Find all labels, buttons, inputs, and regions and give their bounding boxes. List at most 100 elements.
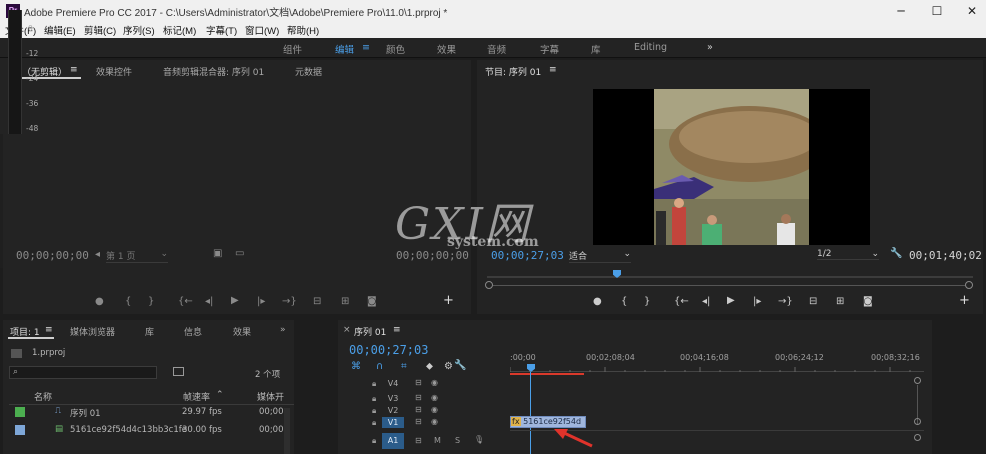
workspace-editing-en[interactable]: Editing [634, 42, 667, 53]
eye-icon[interactable]: ◉ [431, 417, 438, 426]
tab-effect-controls[interactable]: 效果控件 [96, 65, 132, 78]
menu-sequence[interactable]: 序列(S) [123, 23, 155, 37]
column-name[interactable]: 名称 [34, 390, 52, 403]
new-bin-icon[interactable] [173, 367, 184, 376]
lock-icon[interactable]: 🔒︎ [372, 394, 376, 404]
menu-edit[interactable]: 编辑(E) [44, 23, 76, 37]
lock-icon[interactable]: 🔒︎ [372, 379, 376, 389]
solo-button[interactable]: S [455, 436, 460, 445]
menu-title[interactable]: 字幕(T) [206, 23, 237, 37]
workspace-titles[interactable]: 字幕 [540, 42, 559, 56]
workspace-color[interactable]: 颜色 [386, 42, 405, 56]
track-label[interactable]: V2 [382, 405, 404, 416]
toggle-sync-icon[interactable]: ⊟ [415, 393, 422, 402]
mark-in-icon[interactable]: { [621, 296, 627, 307]
mute-button[interactable]: M [434, 436, 441, 445]
tab-audio-clip-mixer[interactable]: 音频剪辑混合器: 序列 01 [163, 65, 264, 78]
add-button-icon[interactable]: + [959, 293, 970, 308]
close-sequence-icon[interactable]: × [343, 325, 351, 335]
camera-icon[interactable]: ◙ [863, 296, 873, 307]
add-marker-icon[interactable]: ● [593, 296, 602, 307]
minimize-button[interactable]: ─ [893, 3, 909, 19]
go-to-out-icon[interactable]: →} [282, 296, 297, 307]
menu-window[interactable]: 窗口(W) [245, 23, 279, 37]
zoom-scrollbar[interactable] [493, 285, 965, 286]
menu-marker[interactable]: 标记(M) [163, 23, 196, 37]
mark-out-icon[interactable]: } [148, 296, 154, 307]
step-forward-icon[interactable]: |▸ [753, 296, 761, 307]
zoom-handle-right[interactable] [965, 281, 973, 289]
track-label[interactable]: V3 [382, 393, 404, 404]
export-frame-icon[interactable]: ▭ [235, 248, 244, 259]
source-timecode[interactable]: 00;00;00;00 [16, 249, 89, 262]
wrench-icon[interactable]: 🔧 [890, 248, 902, 259]
audio-zoom-handle[interactable] [914, 434, 921, 441]
toggle-sync-icon[interactable]: ⊟ [415, 436, 422, 445]
track-label[interactable]: V1 [382, 417, 404, 428]
label-color-swatch[interactable] [15, 407, 25, 417]
close-button[interactable]: ✕ [964, 3, 980, 19]
tab-sequence[interactable]: 序列 01 [354, 325, 386, 338]
lock-icon[interactable]: 🔒︎ [372, 436, 376, 446]
extract-icon[interactable]: ⊞ [836, 296, 844, 307]
lock-icon[interactable]: 🔒︎ [372, 418, 376, 428]
project-scrollbar[interactable] [284, 408, 290, 454]
step-back-icon[interactable]: ◂| [702, 296, 710, 307]
go-to-in-icon[interactable]: {← [178, 296, 193, 307]
play-icon[interactable]: ▶ [727, 295, 735, 306]
toggle-sync-icon[interactable]: ⊟ [415, 378, 422, 387]
tab-libraries[interactable]: 库 [145, 325, 154, 338]
eye-icon[interactable]: ◉ [431, 405, 438, 414]
project-row-sequence[interactable]: ⎍ 序列 01 29.97 fps 00;00 [9, 404, 294, 420]
resolution-dropdown[interactable]: 1/2 ⌄ [817, 249, 879, 260]
work-area-bar[interactable] [510, 373, 584, 375]
fit-dropdown[interactable]: 适合 ⌄ [569, 249, 631, 263]
tab-effects[interactable]: 效果 [233, 325, 251, 338]
tab-sequence-menu-icon[interactable]: ≡ [393, 325, 401, 335]
project-search-input[interactable]: ⌕ [9, 366, 157, 379]
insert-icon[interactable]: ⊟ [313, 296, 321, 307]
go-to-in-icon[interactable]: {← [674, 296, 689, 307]
eye-icon[interactable]: ◉ [431, 378, 438, 387]
workspace-audio[interactable]: 音频 [487, 42, 506, 56]
workspace-assembly[interactable]: 组件 [283, 42, 302, 56]
column-media-start[interactable]: 媒体开 [257, 390, 284, 403]
settings-icon[interactable]: ▣ [213, 248, 222, 259]
program-time-ruler[interactable] [487, 268, 973, 278]
track-label[interactable]: A1 [382, 433, 404, 449]
tab-info[interactable]: 信息 [184, 325, 202, 338]
step-back-icon[interactable]: ◂| [205, 296, 213, 307]
overwrite-icon[interactable]: ⊞ [341, 296, 349, 307]
microphone-icon[interactable]: 🎙︎ [474, 435, 484, 444]
lift-icon[interactable]: ⊟ [809, 296, 817, 307]
lock-icon[interactable]: 🔒︎ [372, 406, 376, 416]
eye-icon[interactable]: ◉ [431, 393, 438, 402]
label-color-swatch[interactable] [15, 425, 25, 435]
nest-icon[interactable]: ⌘ [351, 361, 361, 372]
go-to-out-icon[interactable]: →} [778, 296, 793, 307]
workspace-libraries[interactable]: 库 [591, 42, 601, 56]
track-label[interactable]: V4 [382, 378, 404, 389]
tab-project-menu-icon[interactable]: ≡ [45, 325, 53, 335]
mark-in-icon[interactable]: { [125, 296, 131, 307]
mark-out-icon[interactable]: } [644, 296, 650, 307]
more-tabs-icon[interactable]: » [280, 325, 286, 335]
add-marker-icon[interactable]: ⬥ [426, 361, 433, 372]
project-row-clip[interactable]: ▤ 5161ce92f54d4c13bb3c1fe 30.00 fps 00;0… [9, 422, 294, 438]
maximize-button[interactable]: ☐ [929, 3, 945, 19]
step-forward-icon[interactable]: |▸ [257, 296, 265, 307]
workspace-menu-icon[interactable]: ≡ [362, 42, 370, 53]
more-workspaces-icon[interactable]: » [707, 42, 713, 53]
tab-program[interactable]: 节目: 序列 01 [485, 65, 541, 78]
workspace-effects[interactable]: 效果 [437, 42, 456, 56]
page-prev-icon[interactable]: ◂ [95, 249, 100, 260]
vertical-zoom-handle-top[interactable] [914, 377, 921, 384]
vertical-zoom-handle-bottom[interactable] [914, 418, 921, 425]
add-marker-icon[interactable]: ● [95, 296, 104, 307]
program-video-frame[interactable] [593, 89, 870, 245]
menu-clip[interactable]: 剪辑(C) [84, 23, 116, 37]
settings-icon[interactable]: ⚙ [444, 361, 453, 372]
play-icon[interactable]: ▶ [231, 295, 239, 306]
wrench-icon[interactable]: 🔧 [454, 360, 466, 371]
menu-help[interactable]: 帮助(H) [287, 23, 319, 37]
